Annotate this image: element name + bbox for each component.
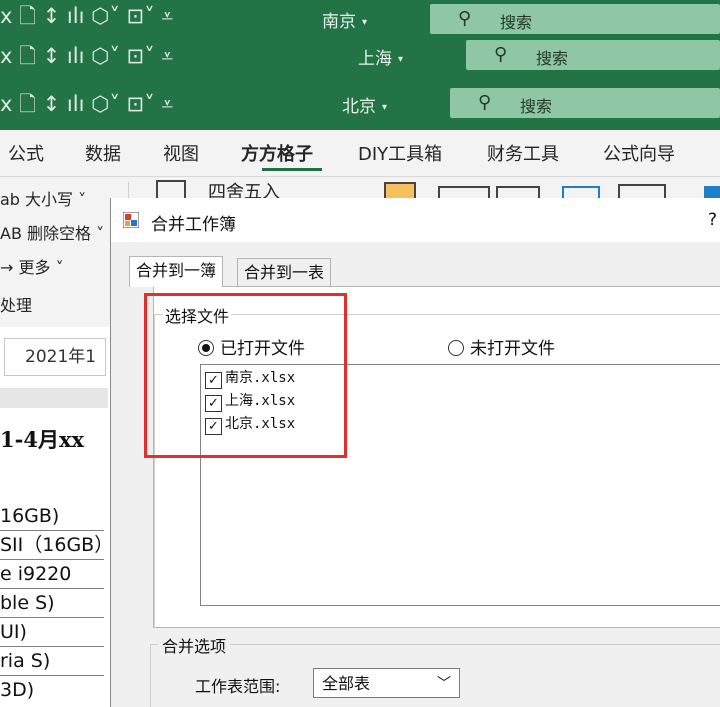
tab-view[interactable]: 视图: [163, 140, 199, 166]
search-box[interactable]: ⚲ 搜索: [466, 40, 720, 70]
window-title: 南京 ▾: [322, 12, 368, 32]
tab-merge-to-sheet[interactable]: 合并到一表: [237, 258, 332, 287]
sheet-range-select[interactable]: 全部表 ﹀: [313, 668, 460, 698]
options-border-left: [150, 644, 151, 707]
toolbar-icons[interactable]: [378, 180, 720, 198]
active-tab-indicator: [262, 168, 322, 171]
search-icon: ⚲: [478, 92, 492, 113]
window-title: 北京 ▾: [342, 97, 388, 117]
round-button[interactable]: 四舍五入: [208, 178, 280, 198]
title-cell[interactable]: 1-4月xx: [0, 424, 84, 454]
tab-formula[interactable]: 公式: [8, 140, 44, 166]
table-row[interactable]: SII（16GB）: [0, 531, 104, 560]
name-box[interactable]: 2021年1: [4, 338, 106, 376]
case-button[interactable]: ab 大小写 ˅: [0, 186, 86, 210]
blue-icon: [704, 186, 720, 198]
quick-access-icons[interactable]: ⅹ 🗋 ↕ ılı ⬡˅ ⊡˅ ⩡: [0, 92, 173, 116]
table-row[interactable]: UI): [0, 618, 104, 647]
tab-finance-tools[interactable]: 财务工具: [487, 140, 559, 166]
tab-merge-to-workbook[interactable]: 合并到一簿: [129, 256, 224, 287]
tab-formula-wizard[interactable]: 公式向导: [603, 140, 675, 166]
app-icon: [123, 212, 139, 228]
export-icon: [562, 186, 600, 198]
process-group-label: 处理: [0, 296, 33, 315]
merge-options-title: 合并选项: [158, 633, 231, 657]
shape-icon: [384, 182, 416, 198]
search-box[interactable]: ⚲ 搜索: [430, 4, 720, 34]
sheet-icon: [618, 184, 666, 198]
dialog-title: 合并工作簿: [151, 215, 236, 235]
table-row[interactable]: e i9220: [0, 560, 104, 589]
table-row[interactable]: ria S): [0, 647, 104, 676]
delete-space-button[interactable]: AB 删除空格 ˅: [0, 220, 104, 244]
search-icon: ⚲: [458, 8, 472, 29]
tab-data[interactable]: 数据: [85, 140, 121, 166]
title-bar-beijing: ⅹ 🗋 ↕ ılı ⬡˅ ⊡˅ ⩡ 北京 ▾ ⚲ 搜索: [0, 80, 720, 130]
help-button[interactable]: ?: [708, 210, 717, 230]
table-row[interactable]: 16GB): [0, 502, 104, 531]
quick-access-icons[interactable]: ⅹ 🗋 ↕ ılı ⬡˅ ⊡˅ ⩡: [0, 44, 173, 68]
radio-unselected-icon: [448, 340, 464, 356]
table-icon: [438, 186, 490, 198]
table-row[interactable]: ble S): [0, 589, 104, 618]
search-box[interactable]: ⚲ 搜索: [450, 88, 720, 118]
grid-icon: [496, 186, 540, 198]
title-bar-nanjing: ⅹ 🗋 ↕ ılı ⬡˅ ⊡˅ ⩡ 南京 ▾ ⚲ 搜索: [0, 0, 720, 38]
highlight-box: [144, 293, 347, 458]
ribbon-tabs: 公式 数据 视图 方方格子 DIY工具箱 财务工具 公式向导: [0, 130, 720, 177]
search-icon: ⚲: [494, 44, 508, 65]
chevron-down-icon: ﹀: [437, 676, 451, 692]
more-button[interactable]: → 更多 ˅: [0, 254, 64, 278]
options-border-top: [150, 644, 720, 645]
tab-diy-toolbox[interactable]: DIY工具箱: [358, 140, 442, 166]
dialog-title-bar: 合并工作簿 ?: [111, 198, 720, 242]
title-bar-shanghai: ⅹ 🗋 ↕ ılı ⬡˅ ⊡˅ ⩡ 上海 ▾ ⚲ 搜索: [0, 34, 720, 80]
quick-access-icons[interactable]: ⅹ 🗋 ↕ ılı ⬡˅ ⊡˅ ⩡: [0, 4, 173, 28]
sheet-range-label: 工作表范围:: [195, 677, 281, 696]
radio-closed-files[interactable]: 未打开文件: [448, 334, 555, 359]
window-title: 上海 ▾: [358, 49, 404, 69]
tab-fangfang[interactable]: 方方格子: [241, 140, 313, 166]
column-header: [0, 388, 108, 408]
table-row[interactable]: 3D): [0, 676, 104, 704]
